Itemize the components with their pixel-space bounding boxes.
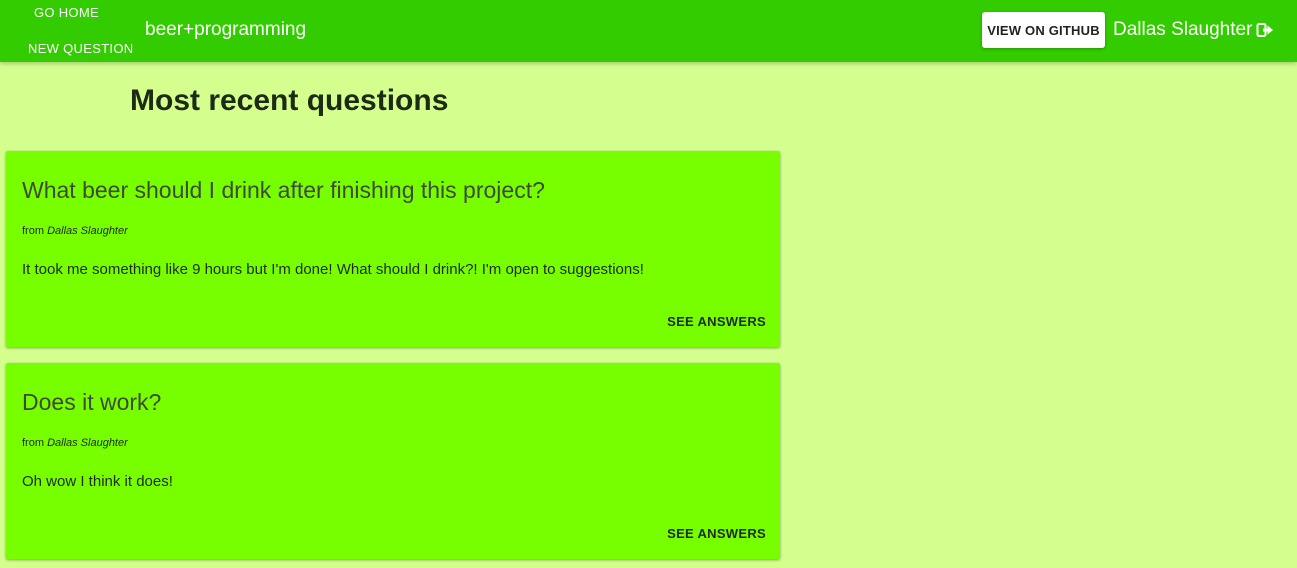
question-body: Oh wow I think it does! [22, 473, 173, 490]
new-question-button[interactable]: NEW QUESTION [28, 41, 133, 56]
question-body: It took me something like 9 hours but I'… [22, 261, 644, 278]
see-answers-button[interactable]: SEE ANSWERS [667, 526, 766, 541]
app-bar: GO HOME NEW QUESTION beer+programming VI… [0, 0, 1297, 62]
see-answers-button[interactable]: SEE ANSWERS [667, 314, 766, 329]
question-title: Does it work? [22, 389, 162, 415]
question-author-line: from Dallas Slaughter [22, 225, 128, 237]
question-title: What beer should I drink after finishing… [22, 177, 545, 203]
user-menu: Dallas Slaughter [1113, 19, 1274, 41]
view-on-github-button[interactable]: VIEW ON GITHUB [982, 12, 1105, 48]
question-author: Dallas Slaughter [47, 225, 128, 237]
question-author: Dallas Slaughter [47, 437, 128, 449]
question-card: What beer should I drink after finishing… [6, 151, 780, 347]
sign-out-icon[interactable] [1256, 21, 1274, 39]
from-label: from [22, 225, 44, 237]
go-home-button[interactable]: GO HOME [34, 5, 99, 20]
user-name: Dallas Slaughter [1113, 19, 1253, 40]
question-card: Does it work? from Dallas Slaughter Oh w… [6, 363, 780, 559]
page-title: Most recent questions [130, 84, 449, 117]
from-label: from [22, 437, 44, 449]
question-author-line: from Dallas Slaughter [22, 437, 128, 449]
app-title: beer+programming [145, 19, 307, 40]
